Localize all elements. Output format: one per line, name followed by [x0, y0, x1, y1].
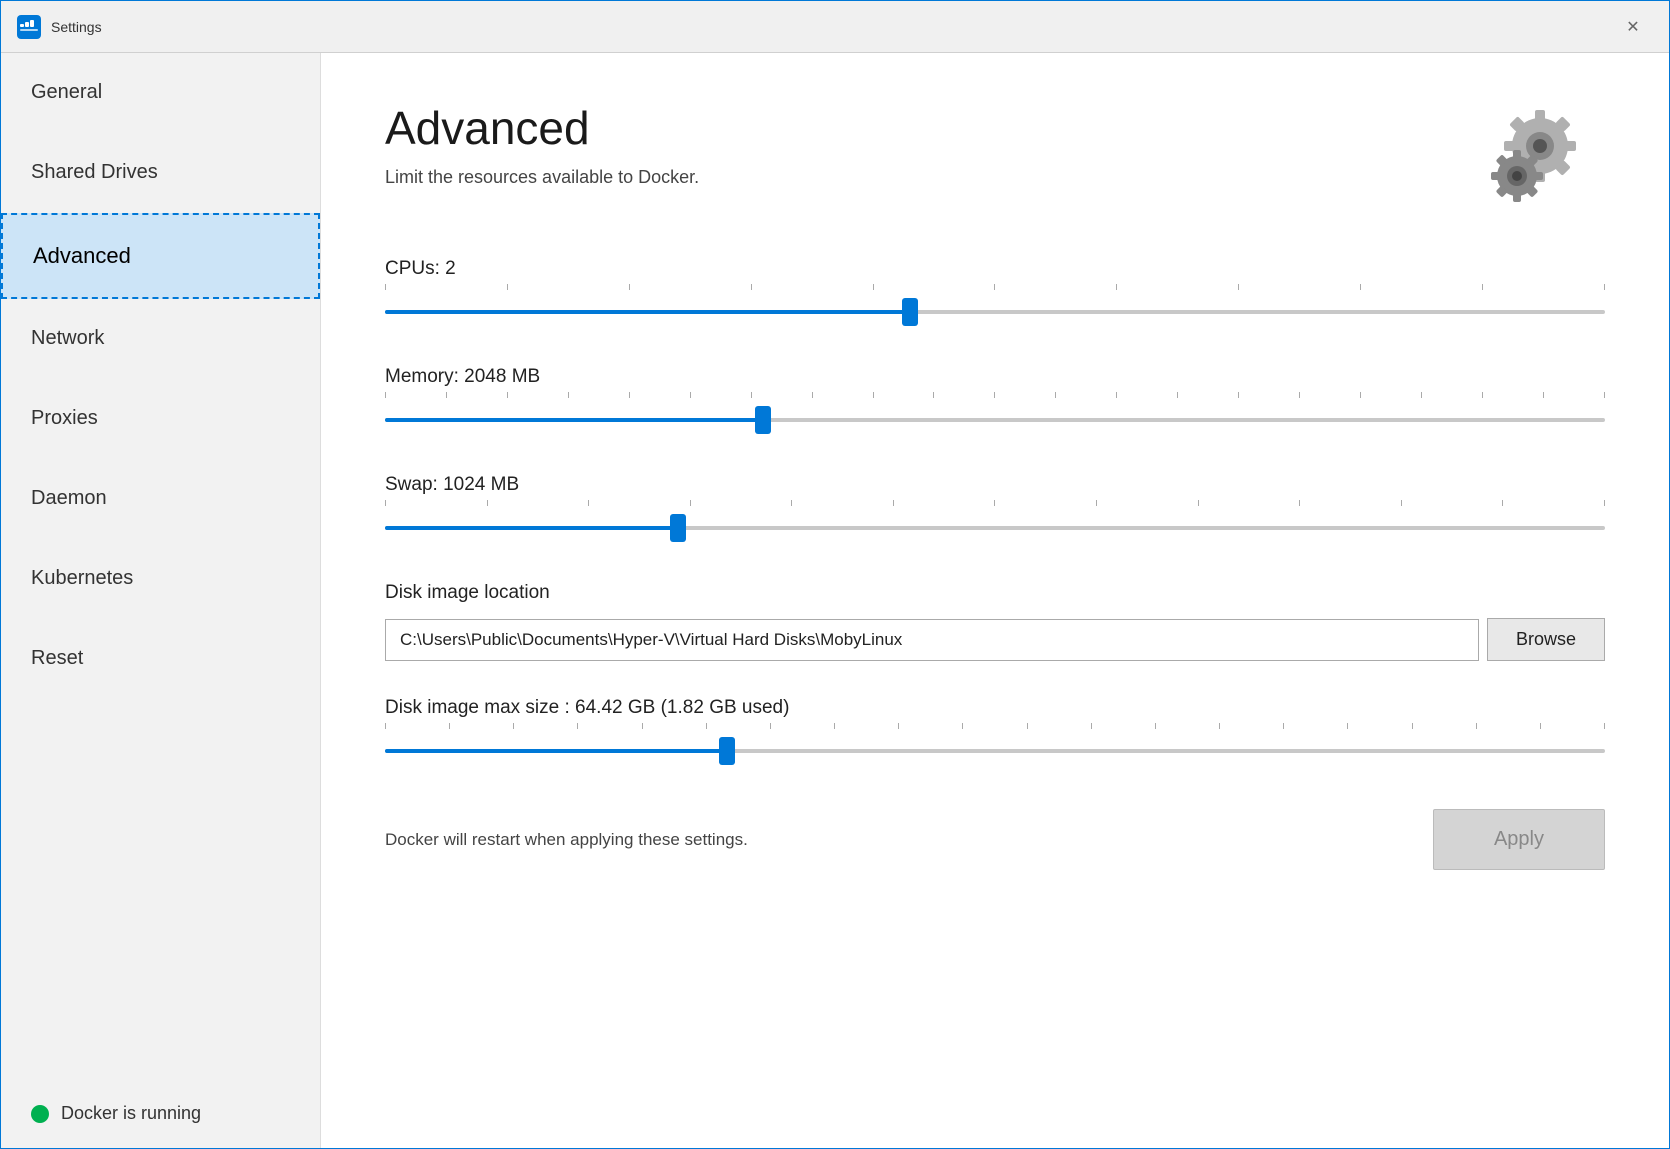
cpus-section: CPUs: 2	[385, 258, 1605, 330]
memory-ticks	[385, 392, 1605, 398]
page-title: Advanced	[385, 101, 699, 155]
content-header: Advanced Limit the resources available t…	[385, 101, 1605, 226]
sidebar-item-reset[interactable]: Reset	[1, 619, 320, 699]
content-area: Advanced Limit the resources available t…	[321, 53, 1669, 1148]
memory-label: Memory: 2048 MB	[385, 366, 1605, 388]
cpus-fill	[385, 310, 910, 314]
memory-track	[385, 418, 1605, 422]
swap-thumb[interactable]	[670, 514, 686, 542]
disk-size-ticks	[385, 723, 1605, 729]
memory-section: Memory: 2048 MB	[385, 366, 1605, 438]
swap-track	[385, 526, 1605, 530]
window-title: Settings	[51, 19, 1613, 35]
disk-location-input[interactable]	[385, 619, 1479, 661]
gear-front	[1491, 150, 1543, 202]
memory-fill	[385, 418, 763, 422]
cpus-slider[interactable]	[385, 294, 1605, 330]
cpus-track	[385, 310, 1605, 314]
cpus-ticks	[385, 284, 1605, 290]
title-bar: Settings ✕	[1, 1, 1669, 53]
memory-thumb[interactable]	[755, 406, 771, 434]
apply-button[interactable]: Apply	[1433, 809, 1605, 870]
close-button[interactable]: ✕	[1613, 11, 1653, 43]
sidebar-item-advanced[interactable]: Advanced	[1, 213, 320, 299]
swap-ticks	[385, 500, 1605, 506]
disk-size-fill	[385, 749, 727, 753]
disk-size-slider[interactable]	[385, 733, 1605, 769]
disk-location-row: Browse	[385, 618, 1605, 661]
disk-size-thumb[interactable]	[719, 737, 735, 765]
swap-section: Swap: 1024 MB	[385, 474, 1605, 546]
swap-fill	[385, 526, 678, 530]
disk-size-track	[385, 749, 1605, 753]
app-icon	[17, 15, 41, 39]
sidebar-item-general[interactable]: General	[1, 53, 320, 133]
sidebar-item-kubernetes[interactable]: Kubernetes	[1, 539, 320, 619]
sidebar-item-network[interactable]: Network	[1, 299, 320, 379]
cpus-thumb[interactable]	[902, 298, 918, 326]
status-label: Docker is running	[61, 1103, 201, 1124]
disk-size-label: Disk image max size : 64.42 GB (1.82 GB …	[385, 697, 1605, 719]
browse-button[interactable]: Browse	[1487, 618, 1605, 661]
footer-note: Docker will restart when applying these …	[385, 830, 748, 850]
sidebar-item-daemon[interactable]: Daemon	[1, 459, 320, 539]
content-header-text: Advanced Limit the resources available t…	[385, 101, 699, 188]
swap-label: Swap: 1024 MB	[385, 474, 1605, 496]
disk-location-label: Disk image location	[385, 582, 1605, 604]
sidebar-item-shared-drives[interactable]: Shared Drives	[1, 133, 320, 213]
content-footer: Docker will restart when applying these …	[385, 809, 1605, 870]
main-layout: General Shared Drives Advanced Network P…	[1, 53, 1669, 1148]
status-indicator	[31, 1105, 49, 1123]
docker-status: Docker is running	[1, 1079, 320, 1148]
page-subtitle: Limit the resources available to Docker.	[385, 167, 699, 188]
gear-icon	[1475, 101, 1605, 226]
sidebar: General Shared Drives Advanced Network P…	[1, 53, 321, 1148]
swap-slider[interactable]	[385, 510, 1605, 546]
sidebar-item-proxies[interactable]: Proxies	[1, 379, 320, 459]
memory-slider[interactable]	[385, 402, 1605, 438]
cpus-label: CPUs: 2	[385, 258, 1605, 280]
disk-location-section: Disk image location Browse	[385, 582, 1605, 661]
disk-size-section: Disk image max size : 64.42 GB (1.82 GB …	[385, 697, 1605, 769]
